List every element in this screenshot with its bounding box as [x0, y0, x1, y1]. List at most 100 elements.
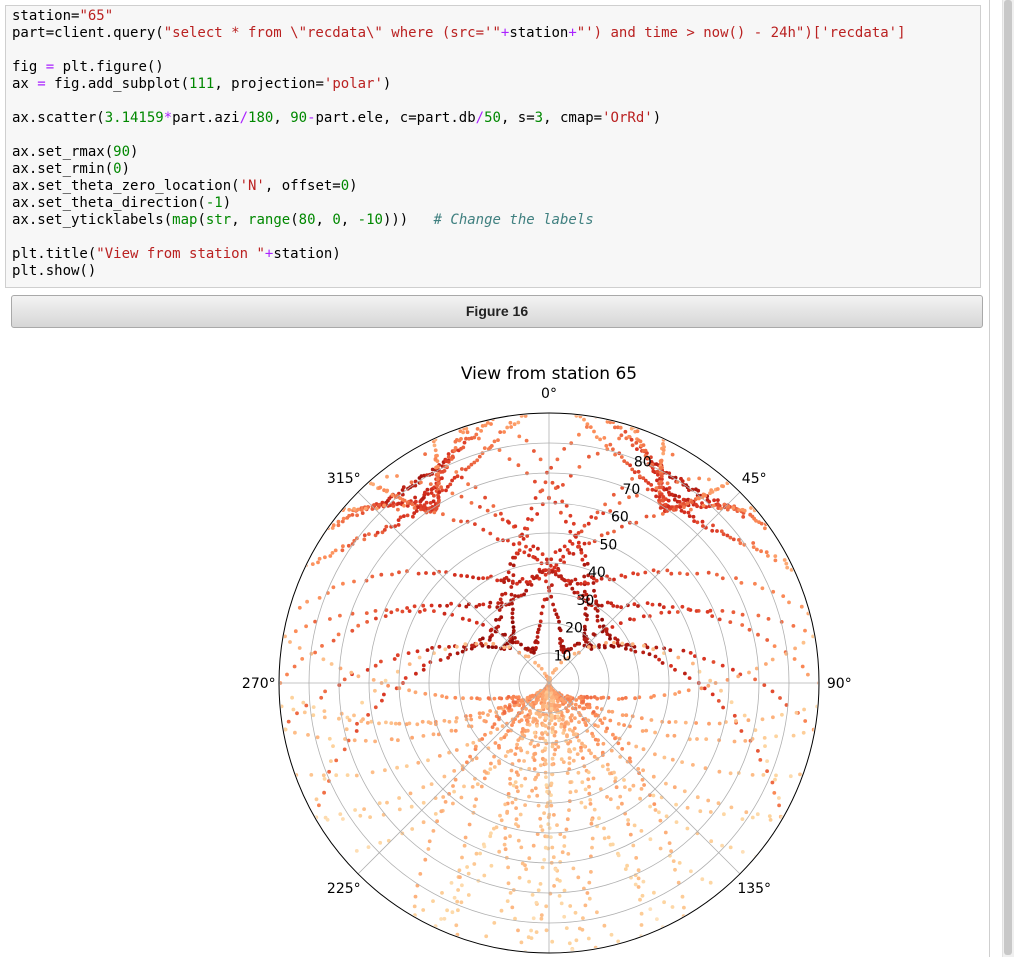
- scatter-point: [447, 719, 452, 724]
- angular-tick-label: 135°: [737, 881, 771, 897]
- scatter-point: [694, 721, 698, 725]
- angular-tick-label: 45°: [742, 471, 767, 487]
- scatter-point: [607, 709, 611, 714]
- code-token: plt.title(: [12, 246, 97, 262]
- scatter-point: [567, 727, 572, 732]
- scatter-point: [510, 615, 515, 620]
- scatter-point: [683, 720, 688, 725]
- scatter-point: [511, 625, 516, 629]
- code-token: , s=: [500, 110, 535, 126]
- scatter-point: [488, 709, 492, 713]
- scatter-point: [751, 541, 756, 545]
- code-editor[interactable]: station="65" part=client.query("select * …: [12, 8, 906, 280]
- code-token: ): [382, 76, 392, 92]
- scatter-point: [477, 454, 482, 459]
- scatter-point: [661, 451, 666, 456]
- scatter-point: [426, 758, 430, 763]
- scatter-point: [582, 574, 587, 579]
- scatter-point: [697, 476, 702, 481]
- scatter-point: [310, 562, 315, 566]
- scatter-point: [502, 645, 507, 650]
- scatter-point: [683, 671, 687, 676]
- scatter-point: [619, 455, 624, 459]
- scatter-point: [543, 758, 548, 763]
- scatter-point: [667, 720, 672, 724]
- scatter-point: [506, 578, 511, 583]
- scatter-point: [756, 632, 760, 637]
- scatter-point: [443, 800, 448, 804]
- scatter-point: [575, 752, 580, 756]
- scatter-point: [673, 720, 678, 724]
- scatter-point: [467, 822, 472, 827]
- scatter-point: [531, 916, 536, 921]
- scatter-point: [517, 434, 522, 439]
- scatter-point: [385, 488, 390, 493]
- scatter-point: [465, 865, 469, 869]
- scatter-point: [527, 856, 532, 861]
- code-line: ax.set_theta_zero_location('N', offset=0…: [12, 178, 906, 195]
- scatter-point: [624, 646, 628, 651]
- scatter-point: [331, 744, 335, 748]
- code-cell[interactable]: station="65" part=client.query("select * …: [5, 5, 981, 288]
- scatter-point: [447, 645, 451, 649]
- scatter-point: [667, 486, 672, 490]
- scatter-point: [645, 601, 650, 605]
- scatter-point: [641, 768, 645, 773]
- scatter-point: [560, 850, 565, 855]
- scatter-point: [602, 826, 606, 831]
- scatter-point: [530, 788, 534, 793]
- scatter-point: [506, 695, 511, 699]
- scatter-point: [686, 607, 691, 612]
- scatter-point: [454, 923, 459, 928]
- scatter-point: [431, 829, 436, 833]
- scatter-point: [334, 758, 339, 763]
- scatter-point: [330, 551, 335, 555]
- scatter-point: [547, 721, 552, 726]
- scatter-point: [645, 645, 650, 650]
- scatter-point: [570, 586, 575, 591]
- scatter-point: [715, 529, 719, 533]
- scatter-point: [675, 610, 680, 614]
- scatter-point: [300, 657, 305, 661]
- scatter-point: [669, 571, 674, 576]
- scatter-point: [499, 511, 503, 516]
- scatter-point: [550, 762, 555, 767]
- scatter-point: [559, 757, 564, 762]
- scatter-point: [673, 867, 677, 872]
- scatter-point: [535, 724, 539, 728]
- scatter-point: [417, 655, 422, 660]
- scatter-point: [454, 644, 459, 649]
- scatter-point: [474, 620, 479, 625]
- scatter-point: [286, 719, 291, 724]
- scatter-point: [523, 776, 528, 781]
- radial-tick-label: 30: [576, 593, 594, 609]
- scatter-point: [470, 785, 475, 789]
- scrollbar-thumb[interactable]: [1004, 0, 1012, 955]
- figure-header[interactable]: Figure 16: [11, 295, 983, 328]
- scatter-point: [583, 903, 588, 908]
- scatter-point: [344, 727, 349, 732]
- scatter-point: [794, 710, 799, 715]
- scatter-point: [613, 736, 617, 741]
- scatter-point: [637, 474, 642, 479]
- scatter-point: [548, 563, 553, 568]
- radial-tick-label: 20: [565, 621, 583, 637]
- scatter-point: [728, 845, 733, 850]
- scatter-point: [657, 810, 661, 815]
- scatter-point: [590, 731, 594, 736]
- scatter-point: [636, 604, 640, 608]
- scatter-point: [366, 713, 370, 717]
- scatter-point: [352, 738, 357, 743]
- scatter-point: [731, 610, 736, 615]
- scatter-point: [585, 705, 590, 710]
- scatter-point: [461, 430, 465, 435]
- scatter-point: [760, 586, 765, 591]
- scatter-point: [579, 748, 583, 753]
- scatter-point: [431, 499, 436, 504]
- panel-divider: [989, 0, 990, 957]
- scatter-point: [446, 655, 450, 660]
- scatter-point: [623, 429, 628, 434]
- scatter-point: [461, 445, 466, 450]
- scatter-point: [590, 845, 594, 850]
- scatter-point: [764, 550, 769, 555]
